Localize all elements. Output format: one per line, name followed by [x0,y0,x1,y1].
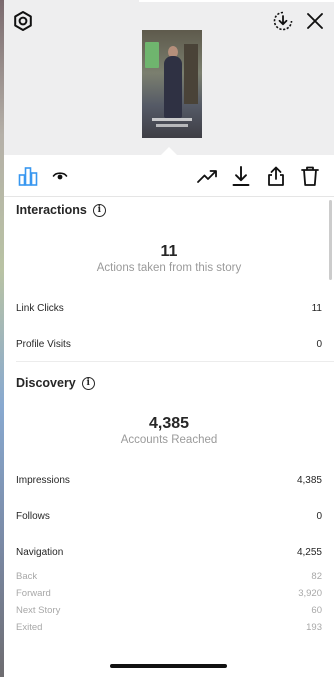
stat-value: 4,255 [296,547,322,558]
thumbnail-sign [145,42,159,68]
stat-row-link-clicks: Link Clicks 11 [16,303,322,314]
discovery-total: 4,385 [148,415,190,432]
story-thumbnail[interactable] [142,30,202,138]
nav-value: 82 [311,571,322,582]
story-toolbar [4,156,334,196]
stat-row-follows: Follows 0 [16,511,322,522]
insights-tab[interactable] [16,164,40,188]
stat-row-navigation: Navigation 4,255 [16,547,322,558]
stat-label: Link Clicks [16,303,64,314]
nav-label: Forward [16,588,51,599]
thumbnail-caption [156,124,188,127]
story-preview-area [4,0,334,155]
stat-value: 11 [311,303,322,314]
stat-label: Follows [16,511,50,522]
selected-pointer [160,147,178,156]
interactions-title: Interactions [16,203,87,217]
nav-label: Back [16,571,38,582]
thumbnail-person [164,56,182,118]
toolbar-divider [4,196,334,197]
info-icon[interactable]: i [92,203,106,217]
stat-label: Navigation [16,547,64,558]
download-icon [232,166,250,186]
nav-row-exited: Exited 193 [16,622,322,633]
close-icon [307,13,323,29]
download-circle-icon [273,11,293,31]
viewers-tab[interactable] [48,164,72,188]
interactions-caption: Actions taken from this story [96,262,242,274]
share-icon [268,166,284,186]
info-icon[interactable]: i [81,376,95,390]
nav-label: Exited [16,622,43,633]
nav-value: 60 [311,605,322,616]
stat-row-impressions: Impressions 4,385 [16,475,322,486]
stat-row-profile-visits: Profile Visits 0 [16,339,322,350]
nav-value: 3,920 [298,588,322,599]
top-edge [139,0,334,2]
stat-label: Impressions [16,475,70,486]
bar-chart-icon [18,167,38,186]
settings-icon [14,11,32,31]
nav-row-next-story: Next Story 60 [16,605,322,616]
stat-value: 0 [316,339,322,350]
nav-row-back: Back 82 [16,571,322,582]
stat-value: 4,385 [296,475,322,486]
interactions-header: Interactions i [16,203,106,217]
save-button[interactable] [229,164,253,188]
settings-button[interactable] [12,10,34,32]
discovery-header: Discovery i [16,376,95,390]
section-divider [16,361,334,362]
close-button[interactable] [304,10,326,32]
thumbnail-shelf [184,44,198,104]
discovery-title: Discovery [16,376,76,390]
home-indicator[interactable] [110,664,227,668]
discovery-caption: Accounts Reached [120,434,218,446]
thumbnail-caption [152,118,192,121]
nav-label: Next Story [16,605,61,616]
delete-button[interactable] [298,164,322,188]
scrollbar[interactable] [329,200,332,280]
trash-icon [301,166,319,186]
stat-label: Profile Visits [16,339,71,350]
download-story-button[interactable] [272,10,294,32]
trending-icon [197,170,217,183]
nav-row-forward: Forward 3,920 [16,588,322,599]
eye-icon [52,172,68,180]
share-button[interactable] [264,164,288,188]
stat-value: 0 [316,511,322,522]
interactions-total: 11 [160,243,178,260]
nav-value: 193 [306,622,322,633]
promote-button[interactable] [195,164,219,188]
